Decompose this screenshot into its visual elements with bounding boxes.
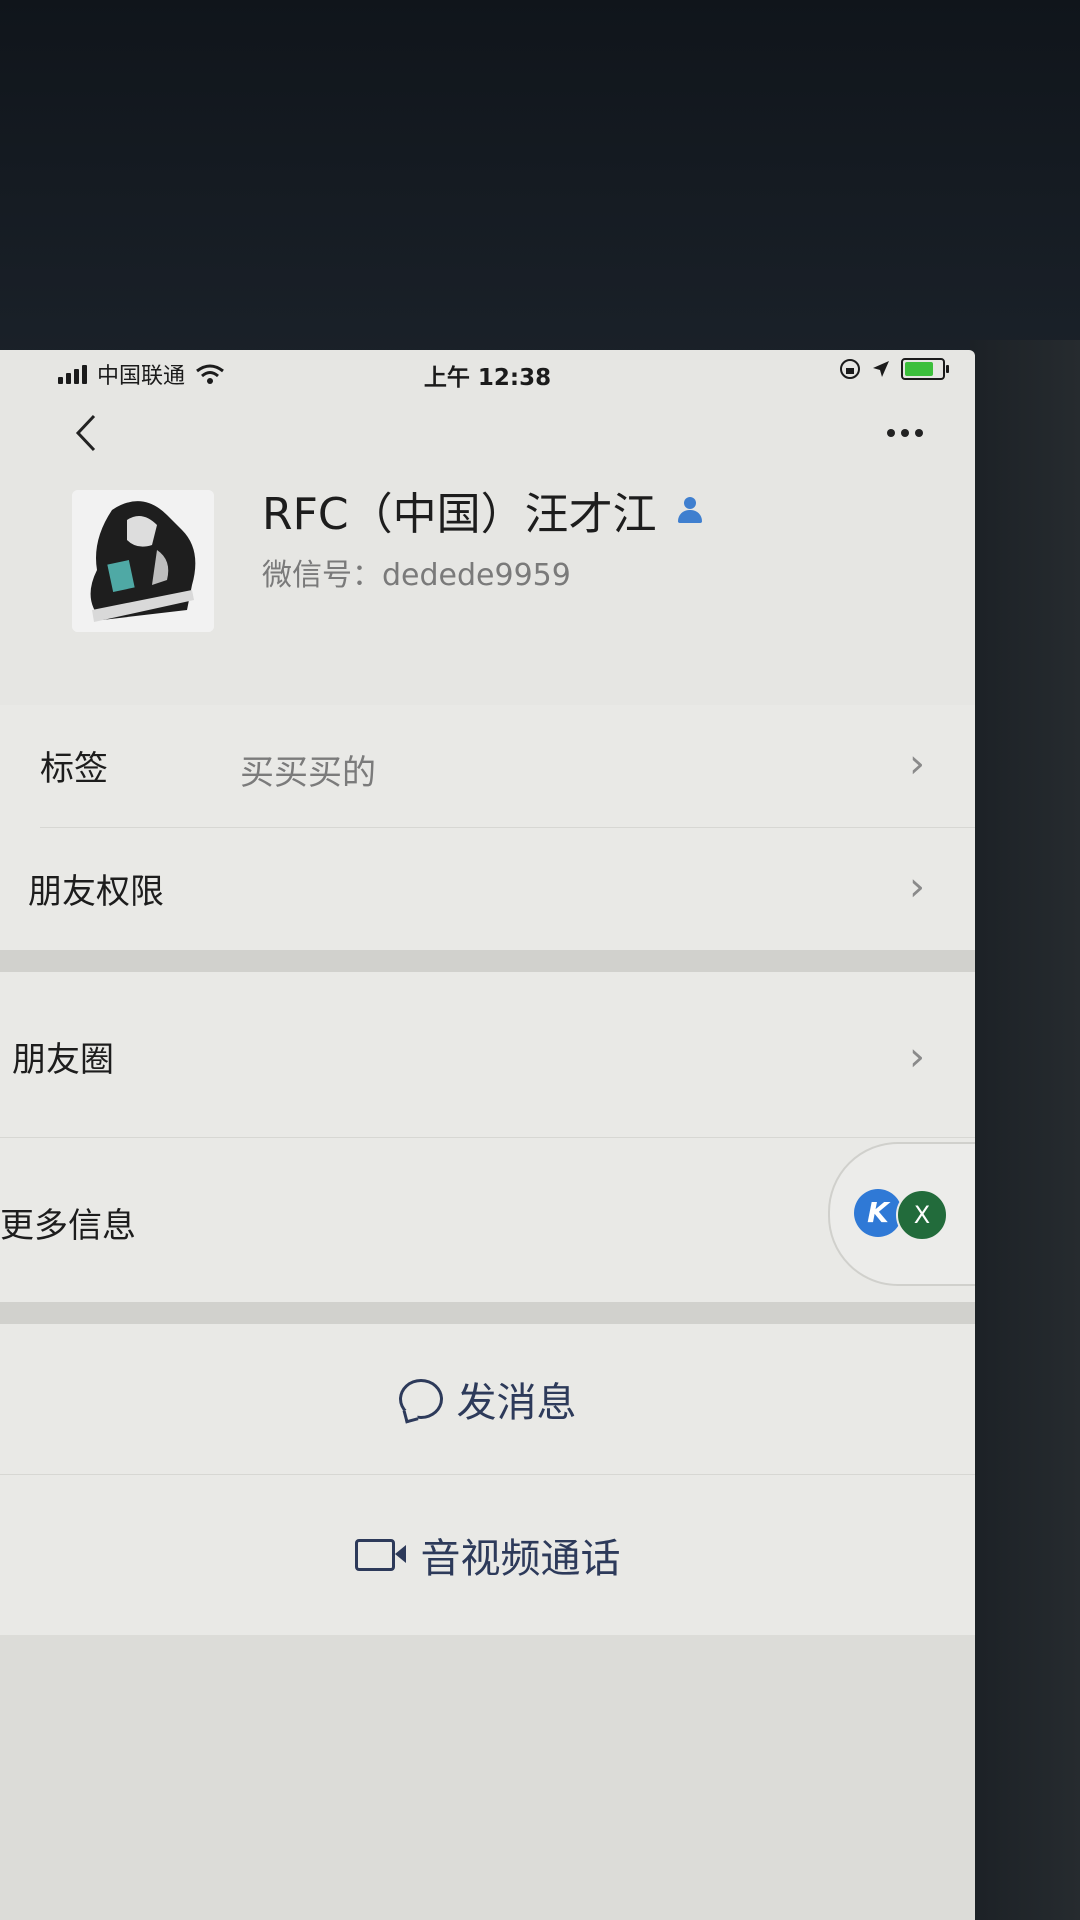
status-time: 上午 12:38 [423,365,552,391]
more-icon [887,429,895,437]
section-separator [0,950,975,972]
friend-permission-label: 朋友权限 [28,872,164,912]
friend-permission-row[interactable]: 朋友权限 › [0,828,975,948]
app-logo-icon[interactable]: K [854,1189,902,1237]
video-camera-icon [354,1539,406,1571]
back-icon [75,414,96,452]
status-right [839,358,949,380]
av-call-button[interactable]: 音视频通话 [0,1475,975,1635]
location-icon [873,361,889,377]
empty-area [0,1635,975,1920]
actions-group: 发消息 音视频通话 [0,1324,975,1635]
settings-group-1: 标签 买买买的 › 朋友权限 › [0,705,975,950]
phone-screen: 中国联通 上午 12:38 RFC（中国）汪才江 微信号：dedede9959 … [0,350,975,1920]
status-bar: 中国联通 上午 12:38 [0,350,975,392]
moments-row[interactable]: 朋友圈 › [0,972,975,1137]
floating-widget[interactable]: K X [828,1142,975,1286]
close-floating-button[interactable]: X [896,1189,948,1241]
avatar[interactable] [72,490,214,632]
more-button[interactable] [875,418,935,448]
back-button[interactable] [70,410,110,460]
person-icon [675,495,705,525]
chevron-right-icon: › [909,864,925,910]
moments-label: 朋友圈 [12,1040,114,1080]
send-message-button[interactable]: 发消息 [0,1324,975,1474]
background-edge [970,340,1080,1920]
wechat-id: 微信号：dedede9959 [262,558,571,593]
profile-name: RFC（中国）汪才江 [262,489,657,540]
name-row: RFC（中国）汪才江 [262,478,705,542]
tags-label: 标签 [40,749,108,789]
battery-icon [901,358,949,380]
section-separator [0,1302,975,1324]
rotation-lock-icon [840,359,860,379]
more-info-label: 更多信息 [0,1206,136,1246]
tags-row[interactable]: 标签 买买买的 › [0,705,975,825]
chevron-right-icon: › [909,1034,925,1080]
background-dark [0,0,1080,360]
av-call-label: 音视频通话 [420,1536,621,1582]
avatar-image [72,490,214,632]
settings-group-2: 朋友圈 › 更多信息 [0,972,975,1302]
send-message-label: 发消息 [456,1380,577,1426]
chat-bubble-icon [398,1379,443,1419]
chevron-right-icon: › [909,741,925,787]
tags-value: 买买买的 [240,753,376,793]
